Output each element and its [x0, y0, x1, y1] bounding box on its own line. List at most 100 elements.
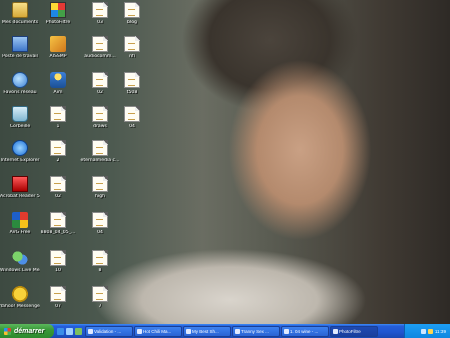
- start-button[interactable]: démarrer: [0, 324, 54, 338]
- desktop-icon-label: Aim: [53, 90, 63, 95]
- taskbar-window-button[interactable]: PhotoFiltre: [330, 325, 378, 337]
- network-tray-icon[interactable]: [420, 328, 426, 334]
- taskbar-window-button[interactable]: My Best Sh...: [183, 325, 231, 337]
- photofiltre-icon: [50, 2, 66, 18]
- desktop-icon-label: 8808_04_05_...: [40, 230, 76, 235]
- taskbar-window-button[interactable]: Validation - ...: [85, 325, 133, 337]
- aissmp-icon: [50, 36, 66, 52]
- file-icon: [50, 176, 66, 192]
- window-icon: [186, 328, 191, 334]
- desktop-icon[interactable]: AISSMP: [38, 36, 78, 60]
- desktop-icon[interactable]: 07: [38, 286, 78, 310]
- taskbar-window-button[interactable]: Tranny Sex ...: [232, 325, 280, 337]
- my-documents-icon: [12, 2, 28, 18]
- desktop-icon[interactable]: AVG Free: [0, 212, 40, 236]
- desktop-icon[interactable]: Mes documents: [0, 2, 40, 26]
- desktop-icon[interactable]: high: [80, 176, 120, 200]
- file-icon: [124, 72, 140, 88]
- taskbar: démarrer Validation - ... Hot Chili Ma...…: [0, 324, 450, 338]
- desktop-icon[interactable]: Aim: [38, 72, 78, 96]
- desktop-icon-label: Acrobat Reader 5.0: [0, 194, 40, 199]
- desktop-icon-label: Poste de travail: [2, 54, 38, 59]
- desktop-icon-label: Mes documents: [1, 20, 39, 25]
- desktop-icon[interactable]: Poste de travail: [0, 36, 40, 60]
- desktop-icon-label: 8: [98, 268, 102, 273]
- desktop-icon[interactable]: t508: [112, 72, 152, 96]
- aim-icon: [50, 72, 66, 88]
- desktop-icon-label: Windows Live Messenger: [0, 268, 40, 273]
- window-icon: [88, 328, 93, 334]
- desktop-icon-label: Corbeille: [9, 124, 31, 129]
- taskbar-window-label: PhotoFiltre: [339, 328, 361, 334]
- file-icon: [92, 2, 108, 18]
- desktop-icon[interactable]: nfl: [112, 36, 152, 60]
- file-icon: [92, 250, 108, 266]
- desktop-icon-label: 1: [56, 124, 60, 129]
- file-icon: [92, 106, 108, 122]
- desktop-icon[interactable]: 8808_04_05_...: [38, 212, 78, 236]
- desktop-icon-label: 07: [55, 304, 61, 309]
- desktop-icon-label: Favoris réseau: [3, 90, 37, 95]
- desktop-icon[interactable]: Yahoo! Messenger: [0, 286, 40, 310]
- desktop-icon-label: PhotoFiltre: [45, 20, 71, 25]
- taskbar-window-label: Tranny Sex ...: [241, 328, 269, 334]
- desktop-icon[interactable]: 2: [38, 140, 78, 164]
- desktop-icon-label: AVG Free: [9, 230, 31, 235]
- msn-messenger-icon: [12, 250, 28, 266]
- desktop-quicklaunch-icon[interactable]: [66, 327, 73, 335]
- quick-launch-bar: [54, 327, 85, 335]
- file-icon: [50, 140, 66, 156]
- taskbar-window-label: Hot Chili Ma...: [143, 328, 172, 334]
- desktop-wallpaper: Mes documents Poste de travail Favoris rés…: [0, 0, 450, 324]
- ie-quicklaunch-icon[interactable]: [57, 327, 64, 335]
- windows-logo-icon: [4, 327, 11, 335]
- file-icon: [124, 36, 140, 52]
- desktop-icon[interactable]: Corbeille: [0, 106, 40, 130]
- network-icon: [12, 72, 28, 88]
- desktop-icon[interactable]: 7: [80, 286, 120, 310]
- desktop-icon[interactable]: Internet Explorer: [0, 140, 40, 164]
- desktop-icon-label: blog: [127, 20, 137, 25]
- clock[interactable]: 11:39: [435, 329, 446, 334]
- desktop-icon[interactable]: Favoris réseau: [0, 72, 40, 96]
- file-icon: [92, 36, 108, 52]
- desktop-icon-label: Yahoo! Messenger: [0, 304, 40, 309]
- taskbar-window-label: Validation - ...: [94, 328, 122, 334]
- messenger-quicklaunch-icon[interactable]: [75, 327, 82, 335]
- window-icon: [284, 328, 289, 334]
- desktop-icon[interactable]: 1: [38, 106, 78, 130]
- desktop-icon-label: 04: [129, 124, 135, 129]
- desktop-icon-label: high: [94, 194, 105, 199]
- desktop-icon-label: 04: [97, 230, 103, 235]
- desktop-icon[interactable]: Acrobat Reader 5.0: [0, 176, 40, 200]
- desktop-icon[interactable]: 04: [112, 106, 152, 130]
- desktop-icon[interactable]: 10: [38, 250, 78, 274]
- taskbar-window-button[interactable]: Hot Chili Ma...: [134, 325, 182, 337]
- file-icon: [124, 106, 140, 122]
- desktop-icon[interactable]: eternalmedia c...: [80, 140, 120, 164]
- taskbar-window-button[interactable]: 1. 04 wine - ...: [281, 325, 329, 337]
- desktop-icon[interactable]: Windows Live Messenger: [0, 250, 40, 274]
- file-icon: [92, 140, 108, 156]
- desktop-icon[interactable]: blog: [112, 2, 152, 26]
- yahoo-messenger-icon: [12, 286, 28, 302]
- file-icon: [124, 2, 140, 18]
- file-icon: [92, 212, 108, 228]
- desktop-icon-label: t508: [126, 90, 138, 95]
- desktop-icon-label: 2: [56, 158, 60, 163]
- file-icon: [92, 286, 108, 302]
- avg-icon: [12, 212, 28, 228]
- desktop-icon[interactable]: 8: [80, 250, 120, 274]
- desktop-icon[interactable]: 02: [38, 176, 78, 200]
- my-computer-icon: [12, 36, 28, 52]
- desktop-icon[interactable]: 04: [80, 212, 120, 236]
- window-icon: [137, 328, 142, 334]
- desktop-icon[interactable]: PhotoFiltre: [38, 2, 78, 26]
- speaker-tray-icon[interactable]: [427, 328, 433, 334]
- file-icon: [50, 212, 66, 228]
- desktop-icon-label: nfl: [129, 54, 135, 59]
- taskbar-buttons: Validation - ... Hot Chili Ma... My Best S…: [85, 325, 404, 337]
- window-icon: [333, 328, 338, 334]
- file-icon: [50, 250, 66, 266]
- start-label: démarrer: [14, 327, 45, 335]
